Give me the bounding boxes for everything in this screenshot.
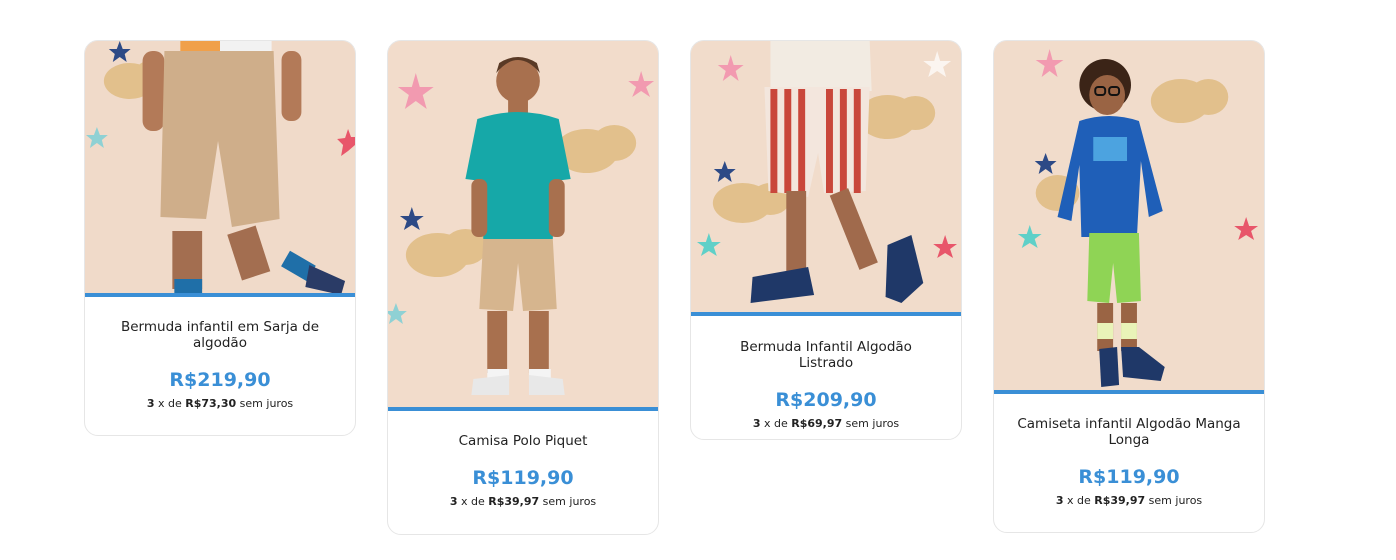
installment-suffix: sem juros (845, 417, 900, 430)
product-price: R$209,90 (775, 389, 877, 411)
installment-connector: x de (460, 495, 485, 508)
card-accent-line (85, 293, 355, 297)
installment-count: 3 (449, 495, 458, 508)
product-name[interactable]: Camisa Polo Piquet (388, 433, 658, 449)
product-image[interactable] (85, 41, 355, 295)
boy-beige-shorts-photo-icon (85, 41, 355, 295)
installment-connector: x de (1066, 494, 1091, 507)
installment-connector: x de (763, 417, 788, 430)
installment-amount: R$39,97 (1094, 494, 1146, 507)
installments-text: 3 x de R$73,30 sem juros (85, 397, 355, 411)
product-name[interactable]: Bermuda infantil em Sarja de algodão (85, 319, 355, 351)
product-image[interactable] (388, 41, 658, 409)
product-image[interactable] (691, 41, 961, 315)
installment-count: 3 (1055, 494, 1064, 507)
product-card[interactable]: Camiseta infantil Algodão Manga Longa R$… (993, 40, 1265, 533)
product-name[interactable]: Camiseta infantil Algodão Manga Longa (994, 416, 1264, 448)
product-card[interactable]: Bermuda infantil em Sarja de algodão R$2… (84, 40, 356, 436)
installment-count: 3 (146, 397, 155, 410)
card-accent-line (691, 312, 961, 316)
installment-amount: R$39,97 (488, 495, 540, 508)
installment-connector: x de (157, 397, 182, 410)
product-name[interactable]: Bermuda Infantil Algodão Listrado (691, 339, 961, 371)
card-accent-line (388, 407, 658, 411)
installment-count: 3 (752, 417, 761, 430)
boy-blue-longsleeve-photo-icon (994, 41, 1264, 393)
product-price: R$219,90 (169, 369, 271, 391)
installment-suffix: sem juros (239, 397, 294, 410)
installment-suffix: sem juros (542, 495, 597, 508)
boy-striped-shorts-photo-icon (691, 41, 961, 315)
boy-teal-polo-photo-icon (388, 41, 658, 409)
product-card[interactable]: Bermuda Infantil Algodão Listrado R$209,… (690, 40, 962, 440)
product-image[interactable] (994, 41, 1264, 393)
installments-text: 3 x de R$39,97 sem juros (994, 494, 1264, 508)
installments-text: 3 x de R$69,97 sem juros (691, 417, 961, 431)
product-price: R$119,90 (1078, 466, 1180, 488)
card-accent-line (994, 390, 1264, 394)
installment-amount: R$73,30 (185, 397, 237, 410)
installment-amount: R$69,97 (791, 417, 843, 430)
product-card[interactable]: Camisa Polo Piquet R$119,90 3 x de R$39,… (387, 40, 659, 535)
product-price: R$119,90 (472, 467, 574, 489)
installment-suffix: sem juros (1148, 494, 1203, 507)
installments-text: 3 x de R$39,97 sem juros (388, 495, 658, 509)
